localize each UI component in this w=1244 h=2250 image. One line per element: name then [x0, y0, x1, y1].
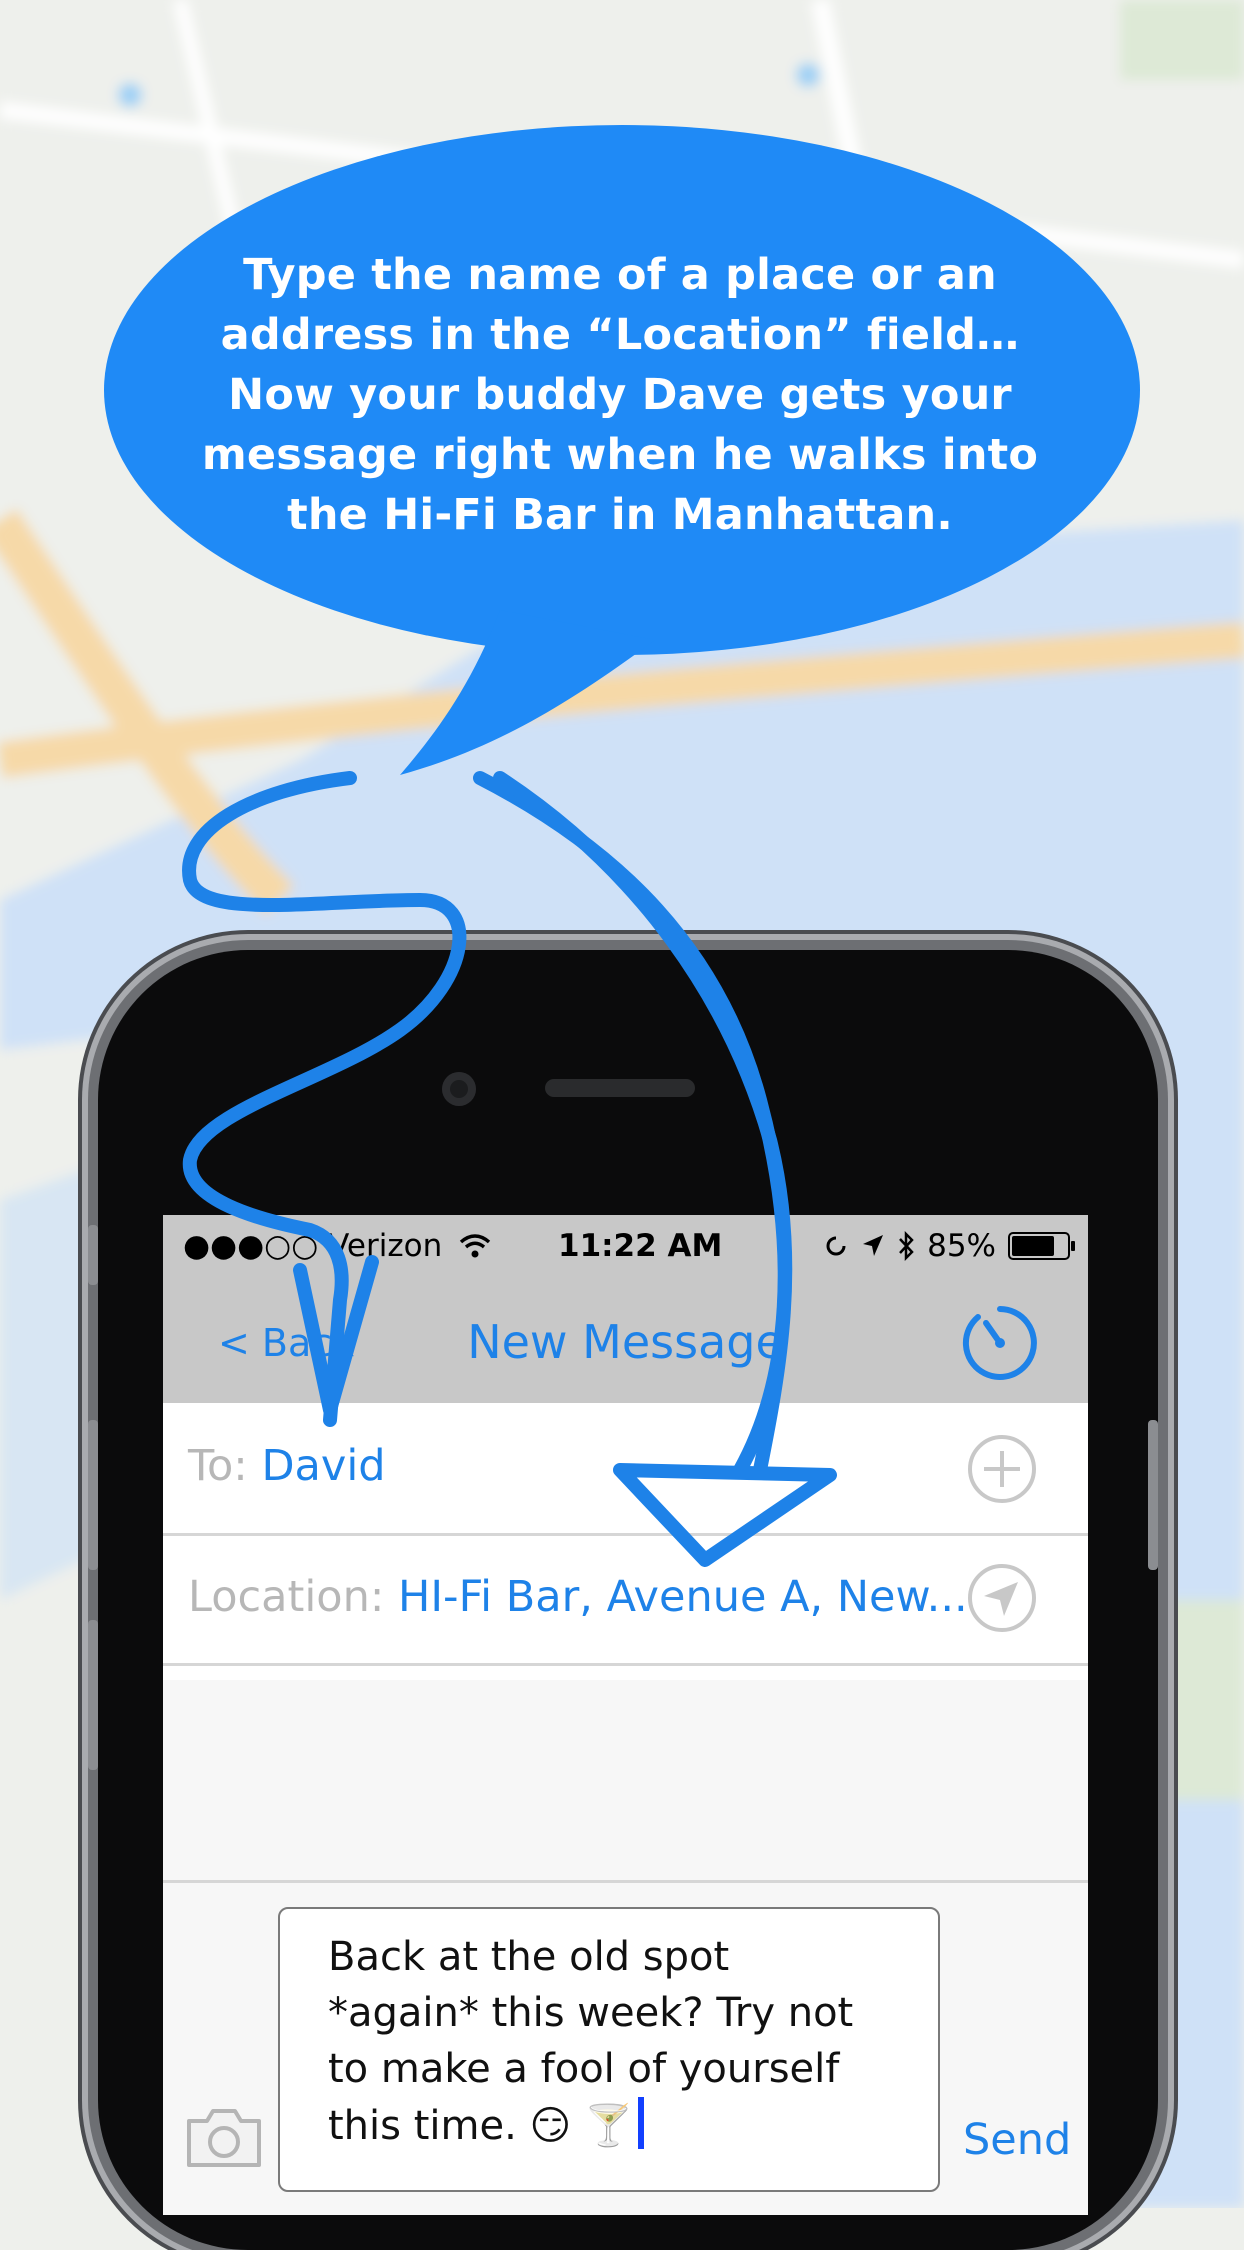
- rotation-lock-icon: [826, 1236, 846, 1256]
- message-input[interactable]: Back at the old spot *again* this week? …: [278, 1907, 940, 2192]
- camera-icon[interactable]: [183, 2105, 265, 2169]
- to-value[interactable]: David: [261, 1441, 385, 1491]
- carrier-signal: ●●●○○ Verizon: [183, 1228, 492, 1264]
- volume-down-button: [88, 1620, 98, 1770]
- front-camera: [442, 1072, 476, 1106]
- callout-text: Type the name of a place or an address i…: [201, 250, 1039, 540]
- mute-switch: [88, 1225, 98, 1285]
- timer-icon[interactable]: [960, 1303, 1040, 1383]
- wifi-icon: [459, 1234, 491, 1258]
- to-label-group: To: David: [188, 1441, 386, 1491]
- earpiece: [545, 1079, 695, 1097]
- location-label-group: Location: HI-Fi Bar, Avenue A, New...: [188, 1572, 968, 1622]
- page-title: New Message: [467, 1315, 784, 1369]
- status-time: 11:22 AM: [558, 1228, 723, 1264]
- location-label: Location:: [188, 1572, 385, 1622]
- location-value[interactable]: HI-Fi Bar, Avenue A, New...: [398, 1572, 968, 1622]
- message-text: Back at the old spot *again* this week? …: [328, 1934, 854, 2149]
- status-bar: ●●●○○ Verizon 11:22 AM 85%: [163, 1215, 1088, 1283]
- to-label: To:: [188, 1441, 248, 1491]
- navigation-bar: < Back New Message: [163, 1283, 1088, 1403]
- to-field-row[interactable]: To: David: [163, 1403, 1088, 1533]
- phone-screen: ●●●○○ Verizon 11:22 AM 85% < Back New Me…: [163, 1215, 1088, 2215]
- add-contact-icon[interactable]: [966, 1433, 1038, 1505]
- location-arrow-icon[interactable]: [966, 1562, 1038, 1634]
- status-right: 85%: [823, 1228, 1075, 1264]
- power-button: [1148, 1420, 1158, 1570]
- battery-icon: [1008, 1232, 1075, 1260]
- divider: [163, 1663, 1088, 1666]
- location-services-icon: [863, 1235, 884, 1256]
- composer-divider: [163, 1880, 1088, 1883]
- speech-bubble: Type the name of a place or an address i…: [0, 0, 1244, 800]
- battery-percent: 85%: [927, 1228, 996, 1264]
- bluetooth-icon: [899, 1231, 914, 1261]
- send-button[interactable]: Send: [963, 2115, 1071, 2165]
- text-cursor: [637, 2097, 644, 2149]
- volume-up-button: [88, 1420, 98, 1570]
- location-field-row[interactable]: Location: HI-Fi Bar, Avenue A, New...: [163, 1536, 1088, 1663]
